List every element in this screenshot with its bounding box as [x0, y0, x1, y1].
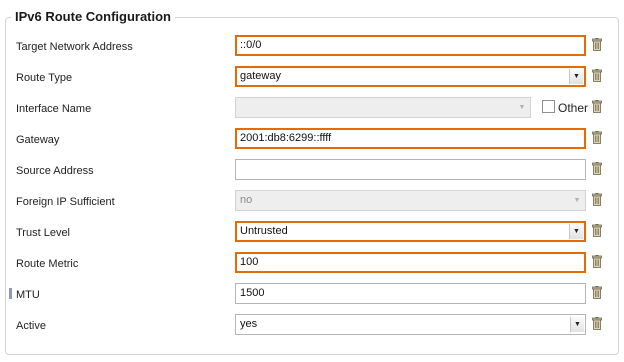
chevron-down-icon[interactable]: ▼ [570, 317, 584, 332]
row-mtu: MTU 1500 [0, 283, 624, 307]
route-metric-input[interactable]: 100 [235, 252, 586, 273]
other-checkbox[interactable] [542, 100, 555, 113]
trash-icon[interactable] [592, 286, 602, 299]
form-title: IPv6 Route Configuration [11, 9, 175, 25]
mtu-label: MTU [16, 289, 40, 301]
trash-icon[interactable] [592, 193, 602, 206]
row-trust-level: Trust Level Untrusted ▼ [0, 221, 624, 245]
interface-name-select[interactable]: ▼ [235, 97, 531, 118]
foreign-ip-sufficient-label: Foreign IP Sufficient [16, 196, 115, 208]
trash-icon[interactable] [592, 69, 602, 82]
row-foreign-ip-sufficient: Foreign IP Sufficient no ▼ [0, 190, 624, 214]
target-network-address-input[interactable]: ::0/0 [235, 35, 586, 56]
row-interface-name: Interface Name ▼ Other [0, 97, 624, 121]
active-label: Active [16, 320, 46, 332]
chevron-down-icon[interactable]: ▼ [569, 224, 583, 239]
chevron-down-icon: ▼ [518, 104, 526, 111]
row-gateway: Gateway 2001:db8:6299::ffff [0, 128, 624, 152]
active-select[interactable]: yes ▼ [235, 314, 586, 335]
route-type-select[interactable]: gateway ▼ [235, 66, 586, 87]
trash-icon[interactable] [592, 100, 602, 113]
interface-name-label: Interface Name [16, 103, 92, 115]
gateway-label: Gateway [16, 134, 60, 146]
row-active: Active yes ▼ [0, 314, 624, 338]
trash-icon[interactable] [592, 224, 602, 237]
row-source-address: Source Address [0, 159, 624, 183]
source-address-input[interactable] [235, 159, 586, 180]
row-route-metric: Route Metric 100 [0, 252, 624, 276]
active-value: yes [240, 318, 258, 330]
target-network-address-label: Target Network Address [16, 41, 133, 53]
route-metric-label: Route Metric [16, 258, 79, 270]
row-route-type: Route Type gateway ▼ [0, 66, 624, 90]
foreign-ip-sufficient-select[interactable]: no ▼ [235, 190, 586, 211]
route-type-value: gateway [240, 70, 281, 82]
trust-level-label: Trust Level [16, 227, 71, 239]
chevron-down-icon[interactable]: ▼ [569, 69, 583, 84]
trash-icon[interactable] [592, 317, 602, 330]
source-address-label: Source Address [16, 165, 94, 177]
mtu-input[interactable]: 1500 [235, 283, 586, 304]
gateway-input[interactable]: 2001:db8:6299::ffff [235, 128, 586, 149]
trash-icon[interactable] [592, 162, 602, 175]
trash-icon[interactable] [592, 131, 602, 144]
route-type-label: Route Type [16, 72, 73, 84]
trust-level-value: Untrusted [240, 225, 288, 237]
other-checkbox-label[interactable]: Other [558, 101, 588, 115]
row-target-network-address: Target Network Address ::0/0 [0, 35, 624, 59]
chevron-down-icon: ▼ [573, 197, 581, 204]
trash-icon[interactable] [592, 38, 602, 51]
row-marker [9, 288, 12, 299]
trust-level-select[interactable]: Untrusted ▼ [235, 221, 586, 242]
trash-icon[interactable] [592, 255, 602, 268]
foreign-ip-sufficient-value: no [240, 194, 253, 206]
